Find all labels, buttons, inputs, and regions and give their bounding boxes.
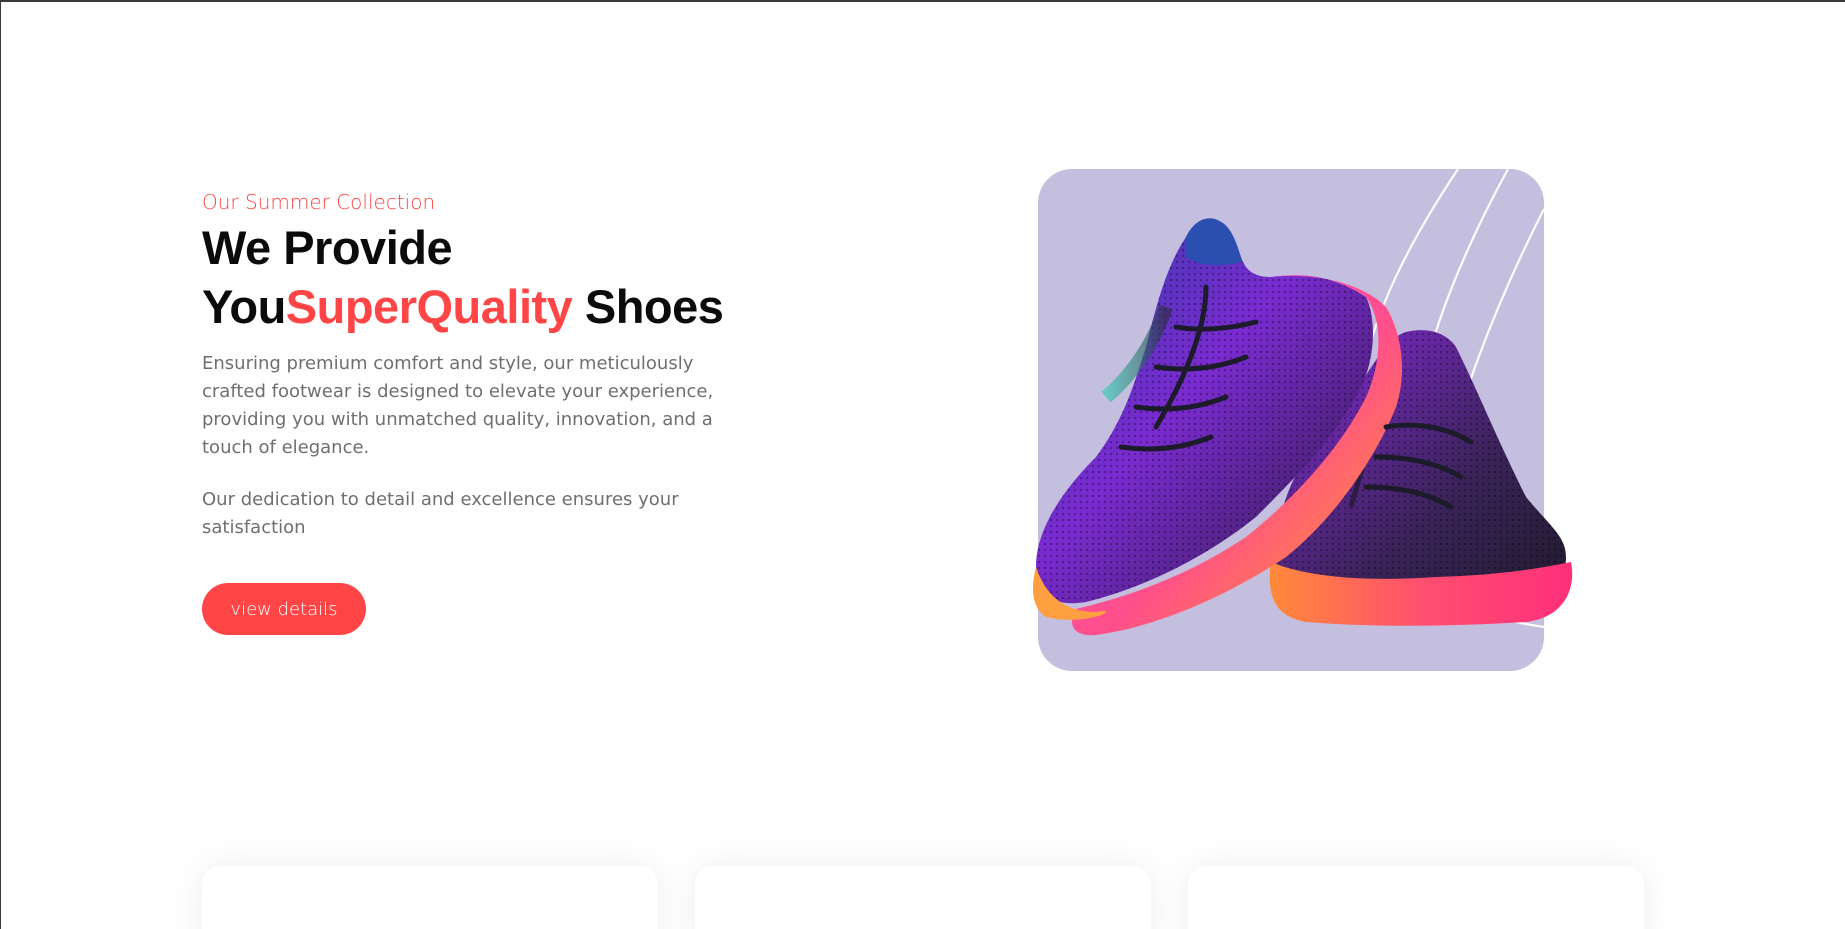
hero-paragraph-2: Our dedication to detail and excellence … [202, 489, 679, 538]
hero-paragraph-1: Ensuring premium comfort and style, our … [202, 353, 714, 458]
feature-card [1188, 866, 1644, 929]
headline-accent: SuperQuality [285, 280, 573, 333]
landing-page: Our Summer Collection We Provide YouSupe… [1, 2, 1845, 929]
sneakers-image [1033, 218, 1573, 636]
hero-visual [1006, 157, 1586, 677]
feature-card [202, 866, 658, 929]
feature-cards [202, 866, 1644, 929]
headline-you: You [202, 280, 286, 333]
hero-text: Our Summer Collection We Provide YouSupe… [202, 188, 732, 542]
view-details-button[interactable]: view details [202, 583, 366, 635]
hero-headline: We Provide YouSuperQuality Shoes [202, 218, 732, 336]
headline-end: Shoes [572, 280, 724, 333]
hero-eyebrow: Our Summer Collection [202, 190, 436, 214]
headline-line1: We Provide [202, 221, 453, 274]
feature-card [695, 866, 1151, 929]
